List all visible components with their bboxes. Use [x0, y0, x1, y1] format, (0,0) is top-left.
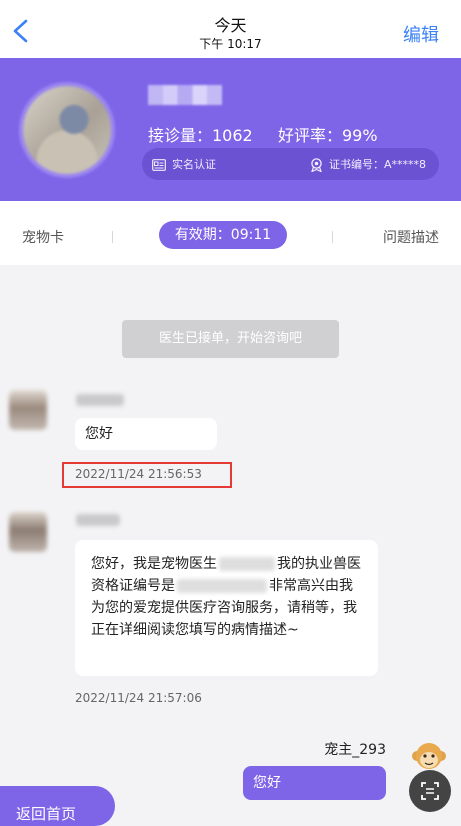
verified-label: 实名认证: [172, 158, 216, 171]
scan-icon: [421, 782, 439, 800]
certificate-item: 证书编号：A*****8: [310, 156, 426, 172]
nav-title: 今天: [214, 16, 247, 35]
doctor-chat-name-redacted: [76, 514, 120, 526]
tab-divider: [332, 231, 333, 243]
scan-button[interactable]: [409, 770, 451, 812]
certification-bar: 实名认证 证书编号：A*****8: [142, 148, 439, 180]
system-message: 医生已接单，开始咨询吧: [122, 320, 339, 358]
doctor-profile-header: 接诊量：1062 好评率：99% 实名认证 证书编号：A*****8: [0, 58, 461, 201]
doctor-chat-avatar: [9, 512, 47, 552]
nav-subtitle-time: 下午 10:17: [199, 37, 262, 51]
intro-text-part: 您好，我是宠物医生: [91, 556, 217, 572]
tab-pet-card[interactable]: 宠物卡: [22, 227, 64, 247]
owner-name: 宠主_293: [324, 742, 386, 758]
rating: 好评率：99%: [278, 126, 378, 145]
timestamp-highlight-box: [62, 462, 232, 488]
certificate-medal-icon: [311, 158, 322, 172]
redacted-text: [219, 557, 275, 571]
back-to-home-button[interactable]: 返回首页: [0, 786, 115, 826]
info-tab-bar: 宠物卡 有效期：09:11 问题描述: [0, 201, 461, 265]
id-card-icon: [152, 159, 166, 171]
top-nav-bar: 今天 下午 10:17 编辑: [0, 0, 461, 58]
redacted-text: [177, 579, 267, 593]
edit-button[interactable]: 编辑: [403, 21, 439, 47]
tab-problem-description[interactable]: 问题描述: [383, 227, 439, 247]
doctor-chat-avatar: [9, 390, 47, 430]
consult-count: 接诊量：1062: [148, 126, 253, 145]
doctor-name-redacted: [148, 85, 222, 105]
validity-timer-badge: 有效期：09:11: [159, 221, 287, 249]
doctor-chat-name-redacted: [76, 394, 124, 406]
doctor-message-bubble: 您好: [75, 418, 217, 450]
message-timestamp: 2022/11/24 21:57:06: [75, 691, 202, 705]
owner-message-bubble: 您好: [243, 766, 386, 800]
doctor-intro-message-bubble: 您好，我是宠物医生 我的执业兽医资格证编号是 非常高兴由我为您的爱宠提供医疗咨询服务…: [75, 540, 378, 676]
tab-divider: [112, 231, 113, 243]
doctor-avatar: [19, 82, 115, 178]
certificate-number: 证书编号：A*****8: [329, 158, 427, 171]
verified-item: 实名认证: [152, 156, 216, 172]
